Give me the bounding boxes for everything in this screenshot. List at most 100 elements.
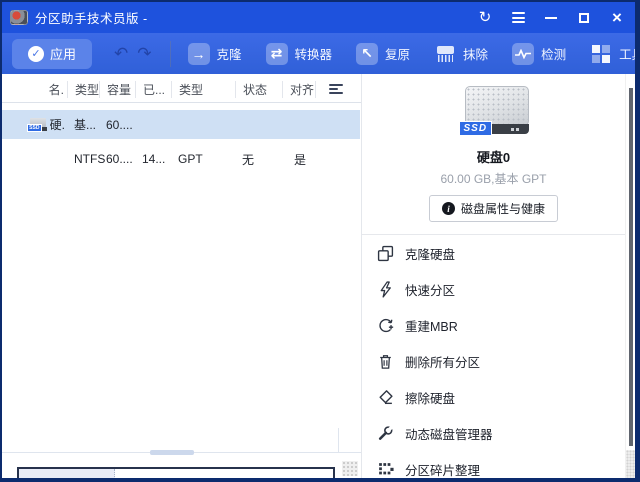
- minimize-button[interactable]: [543, 10, 559, 26]
- partition-aligned-cell: 是: [294, 152, 307, 167]
- tools-label: 工具: [619, 48, 635, 62]
- detect-waveform-icon: [512, 42, 535, 65]
- detect-label: 检测: [541, 48, 567, 62]
- ssd-badge: SSD: [458, 121, 493, 136]
- tools-grid-icon: [590, 43, 612, 65]
- erase-disk-icon: [379, 389, 393, 404]
- window-frame: 分区助手技术员版 - ↻ × ✓ 应用 ↶ ↷ → 克隆 ⇄ 转换器 ↖ 复原 …: [0, 0, 640, 482]
- partition-used-cell: 14...: [142, 152, 166, 166]
- redo-icon[interactable]: ↷: [137, 44, 151, 64]
- scroll-corner-grip[interactable]: [342, 461, 358, 476]
- maximize-icon: [579, 12, 589, 23]
- apply-label: 应用: [49, 47, 76, 62]
- menu-label: 动态磁盘管理器: [405, 427, 493, 442]
- header-status[interactable]: 状态: [235, 80, 282, 98]
- close-button[interactable]: ×: [609, 9, 625, 26]
- menu-label: 快速分区: [405, 283, 456, 298]
- window-controls: ↻ ×: [477, 9, 625, 26]
- ssd-drive-image: SSD: [458, 86, 529, 138]
- dynamic-disk-manager-icon: [378, 424, 394, 440]
- header-layout-cell[interactable]: [315, 80, 361, 98]
- disk-name-cell: SSD 硬.: [2, 116, 67, 133]
- disk-map-used-segment: [19, 469, 115, 478]
- clone-disk-icon: [377, 245, 394, 261]
- disk-properties-button[interactable]: i 磁盘属性与健康: [428, 195, 558, 222]
- delete-all-partitions-icon: [380, 354, 391, 369]
- disk-list-pane: 名. 类型 容量 已... 类型 状态 对齐 SSD 硬. 基... 60...…: [2, 74, 362, 478]
- clone-arrow-icon: →: [187, 42, 210, 65]
- menu-item-quick-partition[interactable]: 快速分区: [362, 271, 625, 307]
- table-row-partition[interactable]: NTFS 60.... 14... GPT 无 是: [2, 145, 360, 173]
- header-type2[interactable]: 类型: [171, 80, 235, 98]
- refresh-icon[interactable]: ↻: [477, 10, 493, 26]
- disk-subtitle: 60.00 GB,基本 GPT: [440, 172, 547, 186]
- tools-button[interactable]: 工具: [590, 43, 635, 65]
- disk-title: 硬盘0: [476, 150, 511, 165]
- partition-scheme-cell: GPT: [178, 152, 203, 166]
- clone-button[interactable]: → 克隆: [187, 42, 242, 65]
- disk-detail-inner: SSD 硬盘0 60.00 GB,基本 GPT i 磁盘属性与健康 克隆硬盘 快…: [362, 74, 625, 478]
- app-window: 分区助手技术员版 - ↻ × ✓ 应用 ↶ ↷ → 克隆 ⇄ 转换器 ↖ 复原 …: [2, 2, 635, 478]
- header-capacity[interactable]: 容量: [99, 80, 135, 98]
- title-bar[interactable]: 分区助手技术员版 - ↻ ×: [2, 2, 635, 33]
- disk-properties-label: 磁盘属性与健康: [460, 202, 545, 216]
- partition-status-cell: 无: [242, 152, 255, 167]
- disk-type-cell: 基...: [74, 118, 97, 132]
- wipe-button[interactable]: 抹除: [434, 43, 488, 65]
- panel-scrollbar[interactable]: [625, 74, 635, 478]
- disk-capacity-cell: 60....: [106, 117, 133, 132]
- menu-item-dynamic-disk-manager[interactable]: 动态磁盘管理器: [362, 415, 625, 451]
- menu-item-delete-all-partitions[interactable]: 删除所有分区: [362, 343, 625, 379]
- app-logo-icon: [10, 10, 28, 25]
- menu-item-erase-disk[interactable]: 擦除硬盘: [362, 379, 625, 415]
- header-align[interactable]: 对齐: [282, 80, 315, 98]
- defragment-icon: [379, 462, 394, 474]
- apply-button[interactable]: ✓ 应用: [12, 38, 92, 69]
- restore-button[interactable]: ↖ 复原: [356, 42, 411, 65]
- menu-item-rebuild-mbr[interactable]: 重建MBR: [362, 307, 625, 343]
- hamburger-icon: [511, 12, 525, 23]
- undo-icon[interactable]: ↶: [114, 44, 128, 64]
- menu-item-defragment[interactable]: 分区碎片整理: [362, 451, 625, 478]
- wipe-brush-icon: [434, 43, 456, 65]
- menu-label: 擦除硬盘: [405, 391, 456, 406]
- menu-label: 重建MBR: [405, 319, 458, 334]
- table-row-disk0[interactable]: SSD 硬. 基... 60....: [2, 110, 360, 139]
- undo-redo-group: ↶ ↷: [114, 44, 152, 64]
- converter-swap-icon: ⇄: [265, 42, 288, 65]
- header-used[interactable]: 已...: [135, 80, 171, 98]
- menu-icon[interactable]: [510, 10, 526, 26]
- toolbar-separator: [169, 40, 171, 67]
- menu-item-clone-disk[interactable]: 克隆硬盘: [362, 235, 625, 271]
- menu-label: 删除所有分区: [405, 355, 481, 370]
- detect-button[interactable]: 检测: [512, 42, 567, 65]
- menu-label: 分区碎片整理: [405, 463, 481, 478]
- column-layout-icon: [329, 84, 343, 94]
- maximize-button[interactable]: [576, 10, 592, 26]
- header-name[interactable]: 名.: [2, 81, 67, 98]
- restore-label: 复原: [385, 48, 411, 62]
- disk-actions-menu: 克隆硬盘 快速分区 重建MBR 删除所有分区 擦除硬盘 动态磁盘管理器 分区碎片…: [362, 235, 625, 478]
- window-title: 分区助手技术员版 -: [35, 12, 148, 26]
- menu-label: 克隆硬盘: [405, 247, 456, 262]
- restore-arrow-icon: ↖: [356, 42, 379, 65]
- header-type1[interactable]: 类型: [67, 80, 99, 98]
- converter-button[interactable]: ⇄ 转换器: [265, 42, 333, 65]
- converter-label: 转换器: [294, 48, 333, 62]
- quick-partition-icon: [380, 280, 391, 298]
- minimize-icon: [545, 16, 557, 19]
- scrollbar-track-bottom: [626, 450, 635, 478]
- partition-capacity-cell: 60....: [106, 152, 133, 166]
- partition-fs-cell: NTFS: [74, 152, 106, 166]
- table-header-row: 名. 类型 容量 已... 类型 状态 对齐: [2, 76, 361, 103]
- drive-led-icon: [510, 128, 521, 131]
- rebuild-mbr-icon: [379, 318, 394, 332]
- clone-label: 克隆: [216, 48, 242, 62]
- ssd-disk-icon: SSD: [26, 117, 47, 132]
- disk-map-bar[interactable]: [17, 467, 335, 478]
- info-icon: i: [441, 202, 455, 215]
- scrollbar-thumb[interactable]: [629, 88, 633, 446]
- splitter-handle[interactable]: [150, 450, 194, 455]
- wipe-label: 抹除: [463, 48, 489, 62]
- content-area: 名. 类型 容量 已... 类型 状态 对齐 SSD 硬. 基... 60...…: [2, 74, 635, 478]
